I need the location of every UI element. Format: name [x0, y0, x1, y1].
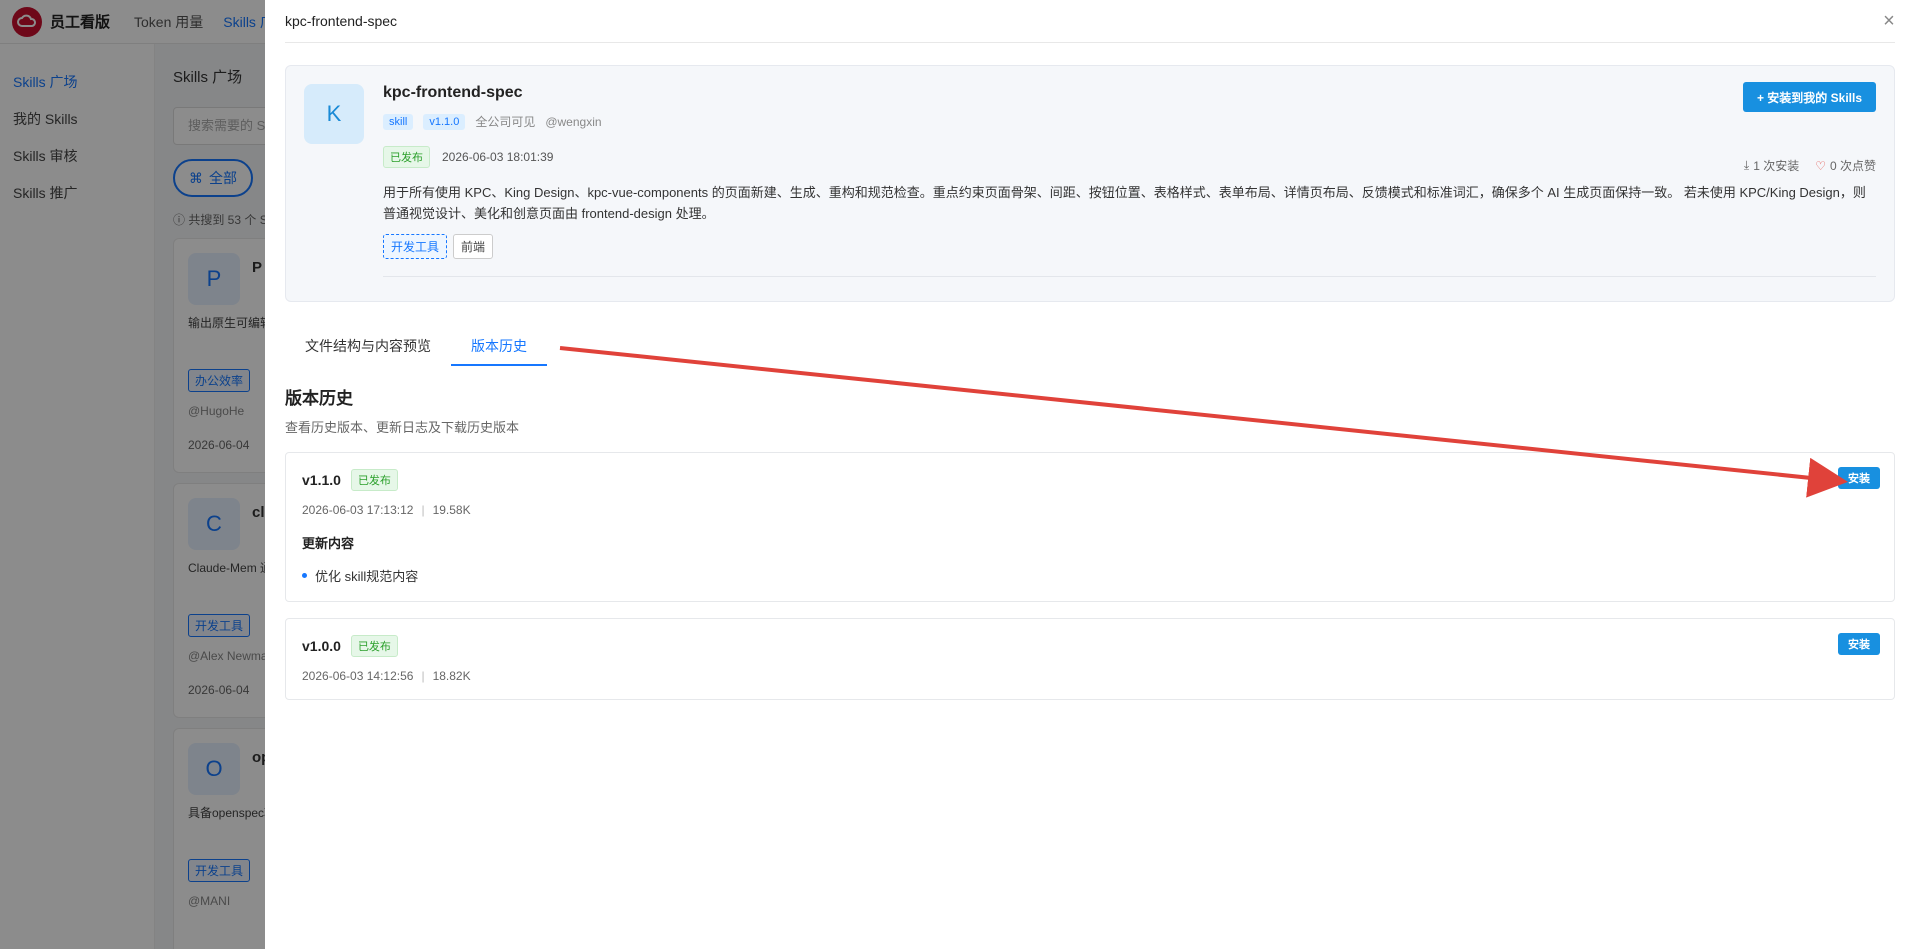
drawer-header: kpc-frontend-spec ×: [285, 0, 1895, 43]
skill-detail-body: kpc-frontend-spec skill v1.1.0 全公司可见 @we…: [383, 84, 1876, 259]
version-history-title: 版本历史: [285, 389, 353, 408]
skill-stats: ⤓ 1 次安装 ♡ 0 次点赞: [1744, 157, 1876, 174]
skill-detail-drawer: kpc-frontend-spec × K kpc-frontend-spec …: [265, 0, 1915, 949]
tab-version-history[interactable]: 版本历史: [451, 326, 547, 366]
change-item: 优化 skill规范内容: [302, 566, 1878, 585]
tab-file-structure[interactable]: 文件结构与内容预览: [285, 326, 451, 366]
skill-name: kpc-frontend-spec: [383, 84, 523, 101]
skill-status-row: 已发布 2026-06-03 18:01:39: [383, 146, 1876, 168]
skill-description: 用于所有使用 KPC、King Design、kpc-vue-component…: [383, 185, 1866, 221]
close-icon[interactable]: ×: [1879, 10, 1899, 32]
status-badge: 已发布: [350, 469, 398, 491]
skill-avatar: K: [304, 84, 364, 144]
skill-detail-panel: K kpc-frontend-spec skill v1.1.0 全公司可见 @…: [285, 65, 1895, 302]
like-count[interactable]: ♡ 0 次点赞: [1815, 157, 1876, 174]
tag-frontend[interactable]: 前端: [453, 234, 494, 259]
divider: [383, 276, 1876, 277]
install-version-button[interactable]: 安装: [1838, 633, 1880, 655]
version-card: v1.0.0 已发布 2026-06-03 14:12:56 | 18.82K …: [285, 618, 1895, 700]
meta-separator: |: [421, 669, 425, 683]
status-badge: 已发布: [350, 635, 398, 657]
status-badge: 已发布: [383, 146, 430, 168]
download-icon: ⤓: [1743, 158, 1750, 172]
skill-version-badge: v1.1.0: [423, 113, 466, 130]
version-number: v1.1.0: [302, 472, 341, 488]
like-count-text: 0 次点赞: [1829, 159, 1876, 173]
meta-separator: |: [421, 503, 425, 517]
version-meta: 2026-06-03 17:13:12 | 19.58K: [302, 503, 1878, 517]
skill-tags: 开发工具 前端: [383, 234, 1876, 259]
version-card: v1.1.0 已发布 2026-06-03 17:13:12 | 19.58K …: [285, 452, 1895, 602]
drawer-title: kpc-frontend-spec: [285, 13, 398, 29]
version-meta: 2026-06-03 14:12:56 | 18.82K: [302, 669, 1878, 683]
changes-title: 更新内容: [302, 536, 355, 551]
version-date: 2026-06-03 14:12:56: [302, 669, 414, 683]
published-time: 2026-06-03 18:01:39: [442, 150, 554, 164]
skill-visibility: 全公司可见: [475, 115, 536, 129]
version-size: 19.58K: [432, 503, 471, 517]
tag-dev-tools[interactable]: 开发工具: [383, 234, 448, 259]
version-date: 2026-06-03 17:13:12: [302, 503, 414, 517]
version-size: 18.82K: [432, 669, 471, 683]
version-header: v1.0.0 已发布: [302, 635, 1878, 657]
version-history-subtitle: 查看历史版本、更新日志及下载历史版本: [285, 420, 520, 435]
skill-type-badge: skill: [383, 113, 414, 130]
install-count-text: 1 次安装: [1753, 159, 1800, 173]
install-to-my-skills-button[interactable]: + 安装到我的 Skills: [1742, 82, 1876, 112]
change-text: 优化 skill规范内容: [315, 569, 419, 584]
bullet-icon: [302, 573, 307, 578]
skill-meta: skill v1.1.0 全公司可见 @wengxin: [383, 113, 1876, 130]
heart-icon: ♡: [1815, 158, 1826, 173]
version-header: v1.1.0 已发布: [302, 469, 1878, 491]
detail-tabs: 文件结构与内容预览 版本历史: [285, 326, 1895, 366]
install-count: ⤓ 1 次安装: [1744, 157, 1799, 174]
version-number: v1.0.0: [302, 638, 341, 654]
skill-author: @wengxin: [545, 114, 602, 129]
install-version-button[interactable]: 安装: [1838, 467, 1880, 489]
